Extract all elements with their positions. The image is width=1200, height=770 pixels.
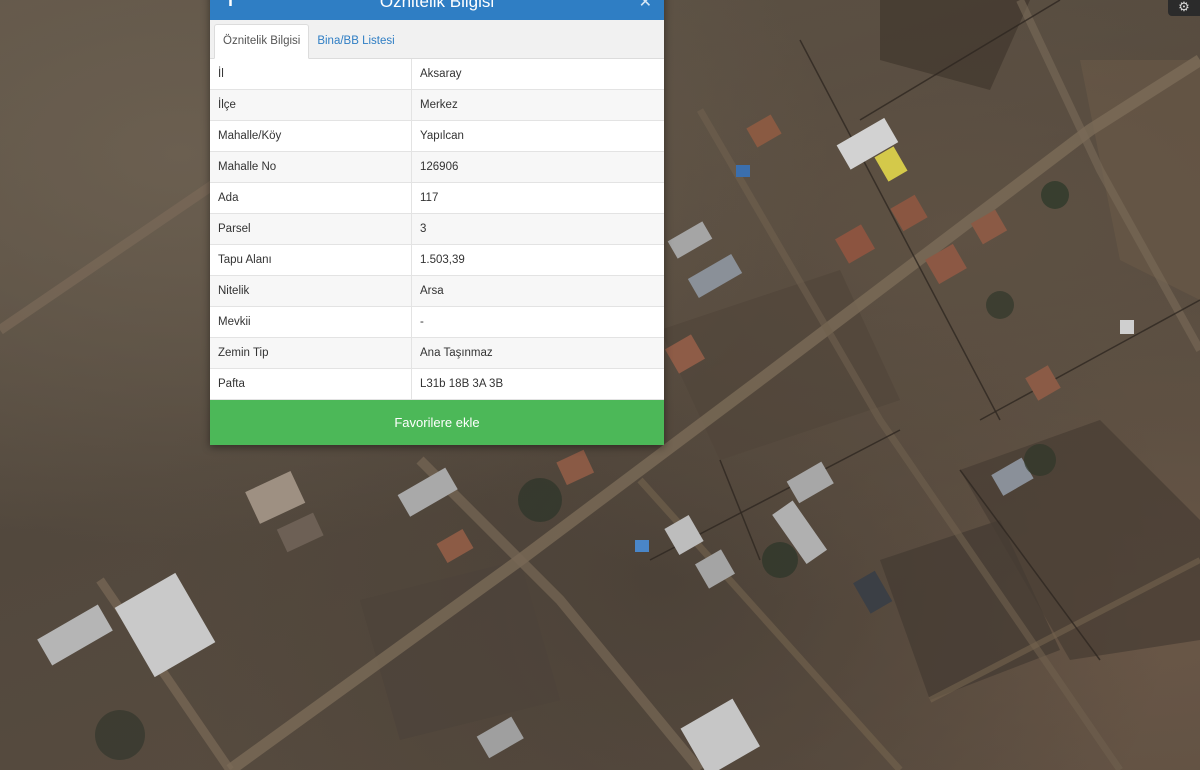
tab-attribute-info[interactable]: Öznitelik Bilgisi	[214, 24, 310, 59]
row-key: Zemin Tip	[210, 337, 412, 369]
row-key: Nitelik	[210, 275, 412, 307]
row-key: Pafta	[210, 368, 412, 400]
row-value: L31b 18B 3A 3B	[411, 368, 664, 400]
close-icon[interactable]: ✕	[639, 0, 652, 12]
table-row: İlçe Merkez	[210, 89, 664, 121]
row-key: İlçe	[210, 89, 412, 121]
panel-tabs: Öznitelik Bilgisi Bina/BB Listesi	[210, 20, 664, 59]
row-value: 126906	[411, 151, 664, 183]
row-value: 3	[411, 213, 664, 245]
row-key: Parsel	[210, 213, 412, 245]
row-key: Mahalle No	[210, 151, 412, 183]
table-row: Tapu Alanı 1.503,39	[210, 244, 664, 276]
row-key: İl	[210, 59, 412, 90]
row-value: Aksaray	[411, 59, 664, 90]
row-value: Yapılcan	[411, 120, 664, 152]
table-row: Pafta L31b 18B 3A 3B	[210, 368, 664, 400]
row-value: Merkez	[411, 89, 664, 121]
add-to-favorites-button[interactable]: Favorilere ekle	[210, 400, 664, 445]
attribute-panel: i Öznitelik Bilgisi ✕ Öznitelik Bilgisi …	[210, 0, 664, 445]
table-row: Ada 117	[210, 182, 664, 214]
gear-icon[interactable]: ⚙	[1168, 0, 1200, 16]
row-key: Ada	[210, 182, 412, 214]
row-value: Arsa	[411, 275, 664, 307]
row-value: -	[411, 306, 664, 338]
row-key: Tapu Alanı	[210, 244, 412, 276]
panel-header: i Öznitelik Bilgisi ✕	[210, 0, 664, 20]
table-row: Zemin Tip Ana Taşınmaz	[210, 337, 664, 369]
row-key: Mahalle/Köy	[210, 120, 412, 152]
table-row: Mevkii -	[210, 306, 664, 338]
table-row: Mahalle/Köy Yapılcan	[210, 120, 664, 152]
panel-title: Öznitelik Bilgisi	[379, 0, 495, 11]
row-value: 117	[411, 182, 664, 214]
row-value: Ana Taşınmaz	[411, 337, 664, 369]
row-key: Mevkii	[210, 306, 412, 338]
table-row: İl Aksaray	[210, 59, 664, 90]
row-value: 1.503,39	[411, 244, 664, 276]
table-row: Parsel 3	[210, 213, 664, 245]
table-row: Mahalle No 126906	[210, 151, 664, 183]
attribute-table: İl Aksaray İlçe Merkez Mahalle/Köy Yapıl…	[210, 59, 664, 400]
table-row: Nitelik Arsa	[210, 275, 664, 307]
tab-building-list[interactable]: Bina/BB Listesi	[309, 25, 402, 58]
